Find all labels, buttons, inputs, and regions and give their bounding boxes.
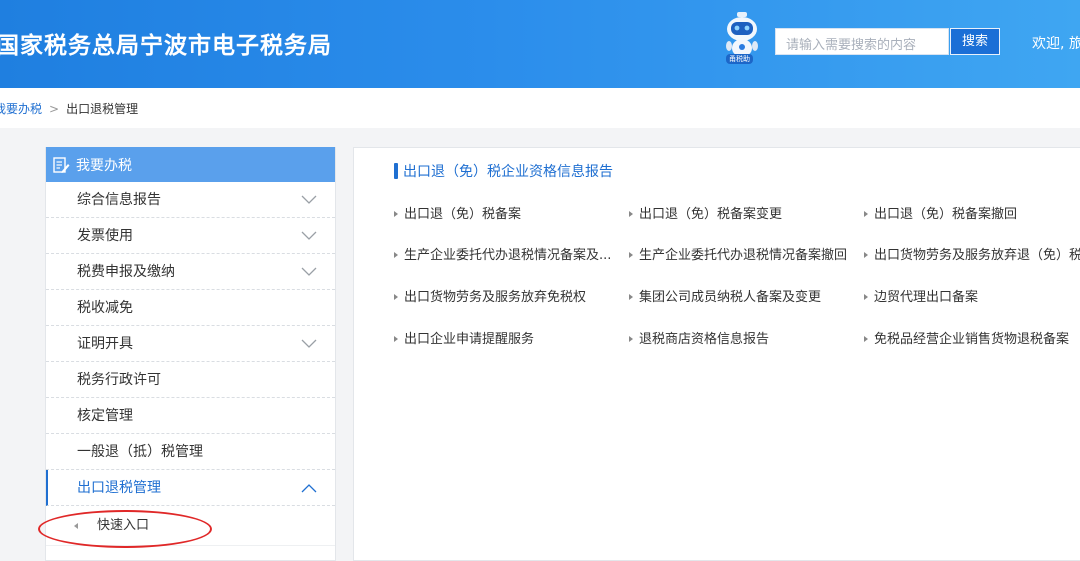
service-label: 出口退（免）税备案撤回 [874, 207, 1018, 222]
sidebar-item-export-refund[interactable]: 出口退税管理 [46, 470, 335, 506]
annotation-circle [38, 510, 212, 548]
caret-right-icon [864, 336, 868, 342]
sidebar-item-label: 核定管理 [77, 408, 133, 424]
search-input[interactable]: 请输入需要搜索的内容 [775, 28, 949, 55]
breadcrumb-bar: 我要办税 > 出口退税管理 [0, 88, 1080, 128]
chevron-down-icon [301, 267, 317, 276]
welcome-text: 欢迎, 旅 [1032, 36, 1080, 52]
search-button[interactable]: 搜索 [950, 28, 1000, 55]
caret-right-icon [864, 211, 868, 217]
main-panel: 出口退（免）税企业资格信息报告 出口退（免）税备案 出口退（免）税备案变更 出口… [353, 147, 1080, 561]
sidebar-header-label: 我要办税 [76, 157, 132, 174]
chevron-down-icon [301, 195, 317, 204]
sidebar-item-invoice[interactable]: 发票使用 [46, 218, 335, 254]
service-link[interactable]: 边贸代理出口备案 [864, 286, 978, 305]
service-link[interactable]: 出口企业申请提醒服务 [394, 328, 534, 347]
sidebar-item-certificates[interactable]: 证明开具 [46, 326, 335, 362]
chevron-down-icon [301, 231, 317, 240]
sidebar-header[interactable]: 我要办税 [46, 147, 335, 182]
caret-right-icon [864, 294, 868, 300]
edit-document-icon [53, 156, 70, 173]
service-link[interactable]: 集团公司成员纳税人备案及变更 [629, 286, 821, 305]
sidebar-item-admin-permit[interactable]: 税务行政许可 [46, 362, 335, 398]
service-link[interactable]: 出口退（免）税备案 [394, 203, 521, 222]
sidebar-menu: 我要办税 综合信息报告 发票使用 税费申报及缴纳 税收减免 证明开具 税务行政许… [45, 147, 336, 561]
sidebar-item-label: 综合信息报告 [77, 192, 161, 208]
sidebar-item-label: 发票使用 [77, 228, 133, 244]
caret-right-icon [394, 336, 398, 342]
service-label: 免税品经营企业销售货物退税备案 [874, 332, 1070, 347]
sidebar-item-label: 出口退税管理 [77, 480, 161, 496]
service-link[interactable]: 退税商店资格信息报告 [629, 328, 769, 347]
caret-right-icon [394, 294, 398, 300]
service-link[interactable]: 出口货物劳务及服务放弃退（免）税 [864, 244, 1080, 263]
service-link[interactable]: 出口退（免）税备案撤回 [864, 203, 1017, 222]
service-label: 生产企业委托代办退税情况备案及... [404, 248, 612, 263]
chevron-up-icon [301, 484, 317, 493]
breadcrumb: 我要办税 > 出口退税管理 [0, 100, 138, 117]
section-title-bar [394, 163, 398, 179]
service-label: 出口退（免）税备案变更 [639, 207, 783, 222]
sidebar-item-info-report[interactable]: 综合信息报告 [46, 182, 335, 218]
breadcrumb-separator: > [49, 102, 60, 116]
chevron-down-icon [301, 339, 317, 348]
caret-right-icon [629, 336, 633, 342]
sidebar-item-label: 税费申报及缴纳 [77, 264, 175, 280]
breadcrumb-home-link[interactable]: 我要办税 [0, 102, 42, 116]
caret-right-icon [629, 211, 633, 217]
caret-right-icon [394, 211, 398, 217]
service-link[interactable]: 出口货物劳务及服务放弃免税权 [394, 286, 586, 305]
sidebar-item-label: 税收减免 [77, 300, 133, 316]
sidebar-item-label: 税务行政许可 [77, 372, 161, 388]
sidebar-item-tax-relief[interactable]: 税收减免 [46, 290, 335, 326]
service-label: 出口退（免）税备案 [404, 207, 522, 222]
service-label: 出口货物劳务及服务放弃退（免）税 [874, 248, 1080, 263]
top-header: 国家税务总局宁波市电子税务局 甬税助 请输入需要搜索的内容 搜索 欢迎, 旅 [0, 0, 1080, 88]
service-link[interactable]: 免税品经营企业销售货物退税备案 [864, 328, 1069, 347]
sidebar-item-assessment[interactable]: 核定管理 [46, 398, 335, 434]
sidebar-item-general-refund[interactable]: 一般退（抵）税管理 [46, 434, 335, 470]
service-label: 集团公司成员纳税人备案及变更 [639, 290, 822, 305]
site-title[interactable]: 国家税务总局宁波市电子税务局 [0, 26, 332, 60]
service-label: 出口货物劳务及服务放弃免税权 [404, 290, 587, 305]
sidebar-item-tax-declaration[interactable]: 税费申报及缴纳 [46, 254, 335, 290]
caret-right-icon [629, 294, 633, 300]
service-label: 边贸代理出口备案 [874, 290, 979, 305]
service-label: 出口企业申请提醒服务 [404, 332, 535, 347]
section-title: 出口退（免）税企业资格信息报告 [394, 161, 613, 181]
service-link[interactable]: 生产企业委托代办退税情况备案及... [394, 244, 611, 263]
sidebar-item-label: 一般退（抵）税管理 [77, 444, 203, 460]
service-label: 退税商店资格信息报告 [639, 332, 770, 347]
sidebar-item-label: 证明开具 [77, 336, 133, 352]
caret-right-icon [394, 252, 398, 258]
breadcrumb-current: 出口退税管理 [66, 102, 139, 116]
service-link[interactable]: 出口退（免）税备案变更 [629, 203, 782, 222]
robot-caption: 甬税助 [726, 54, 753, 64]
section-title-text: 出口退（免）税企业资格信息报告 [403, 164, 613, 180]
service-label: 生产企业委托代办退税情况备案撤回 [639, 248, 848, 263]
caret-right-icon [629, 252, 633, 258]
service-link[interactable]: 生产企业委托代办退税情况备案撤回 [629, 244, 847, 263]
caret-right-icon [864, 252, 868, 258]
